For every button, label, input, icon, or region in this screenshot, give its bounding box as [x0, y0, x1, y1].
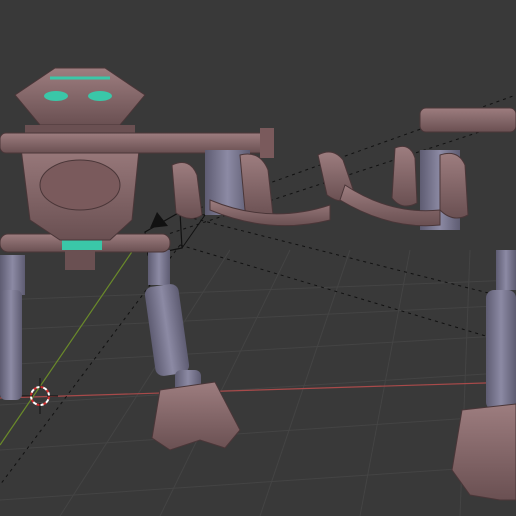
floor-grid [0, 249, 516, 516]
viewport-scene[interactable] [0, 0, 516, 516]
robot-left-leg[interactable] [144, 250, 241, 451]
x-axis-line [0, 381, 516, 399]
robot-torso[interactable] [0, 139, 171, 270]
3d-cursor-icon[interactable] [22, 378, 58, 414]
3d-viewport[interactable] [0, 0, 516, 516]
robot-head[interactable] [14, 67, 146, 141]
robot-right-hand[interactable] [317, 107, 516, 230]
robot-far-left-leg[interactable] [0, 255, 25, 400]
robot-left-hand[interactable] [171, 150, 331, 227]
